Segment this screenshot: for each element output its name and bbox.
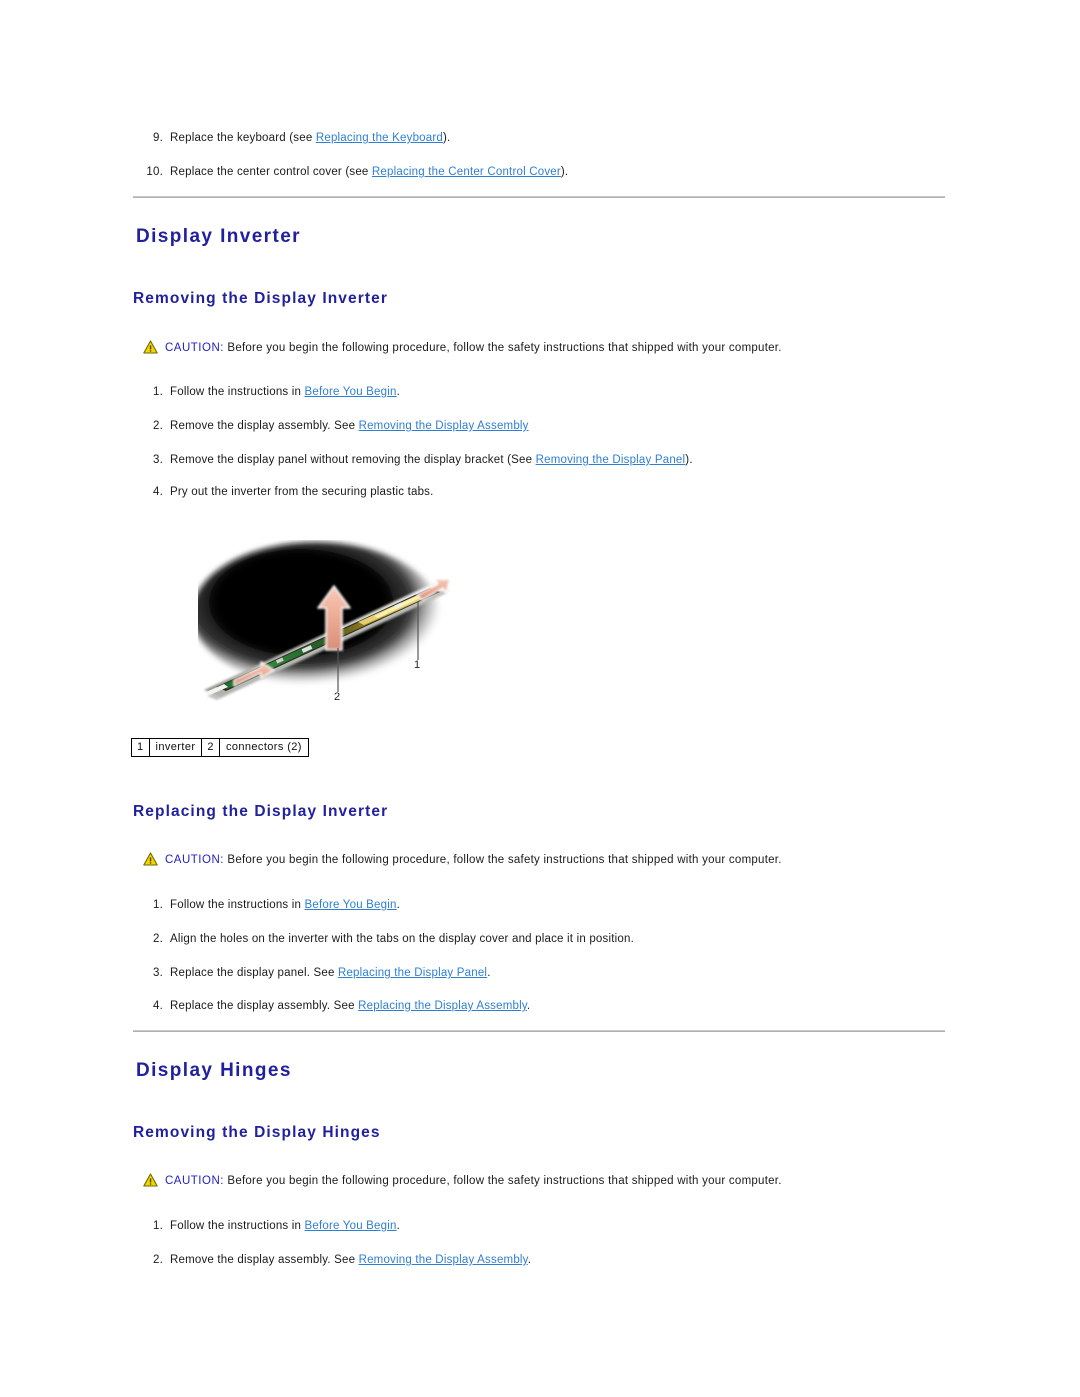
legend-label-inverter: inverter xyxy=(148,738,203,757)
list-item-number: 2. xyxy=(153,420,163,432)
section-divider xyxy=(133,196,945,198)
caution-keyword: CAUTION: xyxy=(165,342,224,354)
list-item: 2. Align the holes on the inverter with t… xyxy=(153,932,634,947)
caution-note: CAUTION: Before you begin the following … xyxy=(143,852,782,871)
link-replacing-the-center-control-cover[interactable]: Replacing the Center Control Cover xyxy=(372,166,561,178)
list-item: 3. Replace the display panel. See Replaci… xyxy=(153,966,491,981)
figure-callout-2: 2 xyxy=(334,691,341,703)
list-item: 2. Remove the display assembly. See Remov… xyxy=(153,1253,532,1268)
list-item-text-tail: . xyxy=(526,1000,531,1012)
list-item: 3. Remove the display panel without remov… xyxy=(153,453,693,468)
list-item: 9. Replace the keyboard (see Replacing th… xyxy=(153,131,451,146)
list-item-text-tail: ). xyxy=(560,166,569,178)
list-item-number: 9. xyxy=(153,132,163,144)
list-item-text: Follow the instructions in xyxy=(170,1220,305,1232)
link-replacing-the-display-assembly[interactable]: Replacing the Display Assembly xyxy=(358,1000,527,1012)
list-item-text: Follow the instructions in xyxy=(170,899,305,911)
link-before-you-begin[interactable]: Before You Begin xyxy=(305,1220,397,1232)
list-item-text-tail: . xyxy=(396,1220,401,1232)
list-item: 1. Follow the instructions in Before You … xyxy=(153,898,401,913)
document-page: 9. Replace the keyboard (see Replacing th… xyxy=(0,0,1080,1397)
list-item: 4. Replace the display assembly. See Repl… xyxy=(153,999,531,1014)
list-item-text: Follow the instructions in xyxy=(170,386,305,398)
list-item-text: Replace the display panel. See xyxy=(170,967,338,979)
caution-text: Before you begin the following procedure… xyxy=(223,854,782,866)
legend-index-1: 1 xyxy=(131,738,150,757)
caution-text: Before you begin the following procedure… xyxy=(223,342,782,354)
list-item-text: Replace the keyboard (see xyxy=(170,132,316,144)
list-item-text: Remove the display assembly. See xyxy=(170,420,359,432)
list-item-text-tail: . xyxy=(396,386,401,398)
figure-legend-table: 1 inverter 2 connectors (2) xyxy=(131,738,309,757)
display-inverter-removal-figure xyxy=(198,540,468,715)
caution-keyword: CAUTION: xyxy=(165,1175,224,1187)
list-item-text: Pry out the inverter from the securing p… xyxy=(170,486,434,498)
heading-replacing-the-display-inverter: Replacing the Display Inverter xyxy=(133,803,389,820)
section-divider xyxy=(133,1030,945,1032)
list-item-number: 2. xyxy=(153,933,163,945)
list-item-text: Remove the display panel without removin… xyxy=(170,454,536,466)
link-replacing-the-keyboard[interactable]: Replacing the Keyboard xyxy=(316,132,443,144)
list-item-text-tail: . xyxy=(487,967,491,979)
legend-index-2: 2 xyxy=(201,738,220,757)
list-item-number: 1. xyxy=(153,899,163,911)
list-item-number: 3. xyxy=(153,967,163,979)
caution-note: CAUTION: Before you begin the following … xyxy=(143,1173,782,1192)
table-row: 1 inverter 2 connectors (2) xyxy=(131,738,309,757)
warning-triangle-icon xyxy=(143,340,158,359)
list-item-number: 10. xyxy=(146,166,163,178)
heading-removing-the-display-hinges: Removing the Display Hinges xyxy=(133,1124,381,1141)
list-item: 10. Replace the center control cover (see… xyxy=(146,165,569,180)
list-item-text-tail: . xyxy=(396,899,401,911)
caution-note: CAUTION: Before you begin the following … xyxy=(143,340,782,359)
link-before-you-begin[interactable]: Before You Begin xyxy=(305,386,397,398)
list-item-text-tail: ). xyxy=(443,132,451,144)
link-before-you-begin[interactable]: Before You Begin xyxy=(305,899,397,911)
list-item: 1. Follow the instructions in Before You … xyxy=(153,385,401,400)
page-title-display-inverter: Display Inverter xyxy=(136,226,301,247)
heading-removing-the-display-inverter: Removing the Display Inverter xyxy=(133,290,388,307)
list-item: 2. Remove the display assembly. See Remov… xyxy=(153,419,529,434)
link-removing-the-display-panel[interactable]: Removing the Display Panel xyxy=(536,454,686,466)
list-item-number: 4. xyxy=(153,1000,163,1012)
caution-keyword: CAUTION: xyxy=(165,854,224,866)
list-item-text-tail: ). xyxy=(685,454,693,466)
list-item-number: 2. xyxy=(153,1254,163,1266)
page-title-display-hinges: Display Hinges xyxy=(136,1060,292,1081)
list-item-text: Remove the display assembly. See xyxy=(170,1254,359,1266)
link-removing-the-display-assembly[interactable]: Removing the Display Assembly xyxy=(359,1254,528,1266)
list-item-number: 1. xyxy=(153,386,163,398)
warning-triangle-icon xyxy=(143,1173,158,1192)
figure-callout-1: 1 xyxy=(414,659,421,671)
link-replacing-the-display-panel[interactable]: Replacing the Display Panel xyxy=(338,967,487,979)
caution-text: Before you begin the following procedure… xyxy=(223,1175,782,1187)
list-item-number: 4. xyxy=(153,486,163,498)
list-item-text-tail: . xyxy=(527,1254,532,1266)
list-item-number: 3. xyxy=(153,454,163,466)
list-item-text: Replace the display assembly. See xyxy=(170,1000,359,1012)
list-item-text: Replace the center control cover (see xyxy=(170,166,372,178)
link-removing-the-display-assembly[interactable]: Removing the Display Assembly xyxy=(359,420,529,432)
list-item-number: 1. xyxy=(153,1220,163,1232)
warning-triangle-icon xyxy=(143,852,158,871)
list-item: 1. Follow the instructions in Before You … xyxy=(153,1219,401,1234)
list-item-text: Align the holes on the inverter with the… xyxy=(170,933,634,945)
legend-label-connectors: connectors (2) xyxy=(218,738,309,757)
list-item: 4. Pry out the inverter from the securing… xyxy=(153,485,434,500)
